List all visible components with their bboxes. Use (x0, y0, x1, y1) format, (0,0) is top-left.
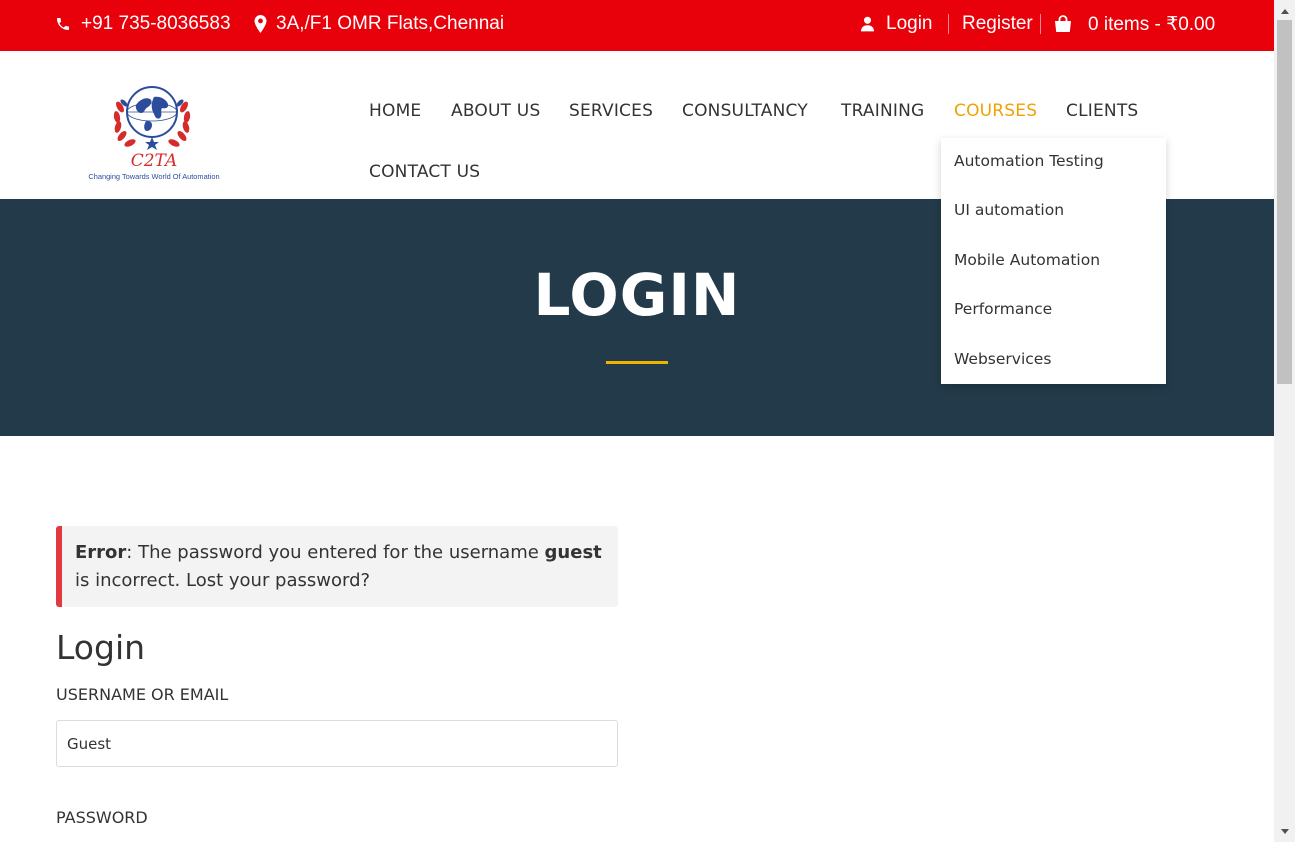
phone-text: +91 735-8036583 (81, 13, 231, 34)
phone-icon (57, 18, 69, 30)
nav-home[interactable]: HOME (369, 101, 421, 121)
login-text: Login (886, 13, 933, 34)
nav-contact-us[interactable]: CONTACT US (369, 162, 480, 182)
cart-link[interactable]: 0 items - ₹0.00 (1054, 0, 1215, 48)
top-bar: +91 735-8036583 3A,/F1 OMR Flats,Chennai… (0, 0, 1274, 51)
courses-dropdown-menu: Automation Testing UI automation Mobile … (941, 138, 1166, 384)
phone-contact[interactable]: +91 735-8036583 (55, 0, 231, 48)
site-logo[interactable]: C2TA Changing Towards World Of Automatio… (64, 75, 248, 185)
topbar-divider (1040, 14, 1041, 34)
password-label: PASSWORD (56, 808, 148, 827)
dropdown-item-webservices[interactable]: Webservices (954, 350, 1051, 368)
error-text-part: : The password you entered for the usern… (126, 542, 545, 563)
logo-tagline: Changing Towards World Of Automation (88, 172, 219, 181)
error-message: Error: The password you entered for the … (75, 539, 610, 595)
dropdown-item-ui-automation[interactable]: UI automation (954, 201, 1064, 219)
logo-name: C2TA (131, 151, 178, 171)
dropdown-item-automation-testing[interactable]: Automation Testing (954, 152, 1104, 170)
dropdown-item-performance[interactable]: Performance (954, 300, 1052, 318)
address-text: 3A,/F1 OMR Flats,Chennai (276, 13, 505, 34)
lost-password-link[interactable]: Lost your password? (186, 570, 370, 591)
login-link[interactable]: Login (861, 0, 933, 48)
nav-training[interactable]: TRAINING (841, 101, 924, 121)
register-link[interactable]: Register (962, 0, 1033, 48)
shopping-bag-icon (1055, 15, 1071, 32)
nav-clients[interactable]: CLIENTS (1066, 101, 1138, 121)
cart-text: 0 items - ₹0.00 (1088, 13, 1216, 35)
nav-courses[interactable]: COURSES (954, 101, 1037, 121)
error-alert: Error: The password you entered for the … (56, 526, 618, 607)
scrollbar-thumb[interactable] (1277, 20, 1292, 384)
globe-logo-icon: C2TA Changing Towards World Of Automatio… (88, 86, 220, 181)
address-contact: 3A,/F1 OMR Flats,Chennai (254, 0, 504, 48)
page-scrollbar[interactable] (1274, 0, 1295, 842)
register-text: Register (962, 13, 1033, 34)
user-icon (861, 16, 874, 32)
nav-about-us[interactable]: ABOUT US (451, 101, 540, 121)
dropdown-item-mobile-automation[interactable]: Mobile Automation (954, 251, 1100, 269)
nav-services[interactable]: SERVICES (569, 101, 653, 121)
title-underline (606, 361, 668, 364)
topbar-divider (948, 14, 949, 34)
error-username: guest (544, 542, 602, 563)
error-label: Error (75, 542, 127, 563)
nav-consultancy[interactable]: CONSULTANCY (682, 101, 808, 121)
map-pin-icon (254, 15, 267, 33)
login-form-title: Login (56, 628, 146, 667)
username-input[interactable] (56, 720, 618, 767)
scroll-up-arrow-icon[interactable] (1274, 2, 1295, 20)
error-text-part: is incorrect. (75, 570, 186, 591)
username-label: USERNAME OR EMAIL (56, 685, 229, 704)
scroll-down-arrow-icon[interactable] (1274, 822, 1295, 840)
